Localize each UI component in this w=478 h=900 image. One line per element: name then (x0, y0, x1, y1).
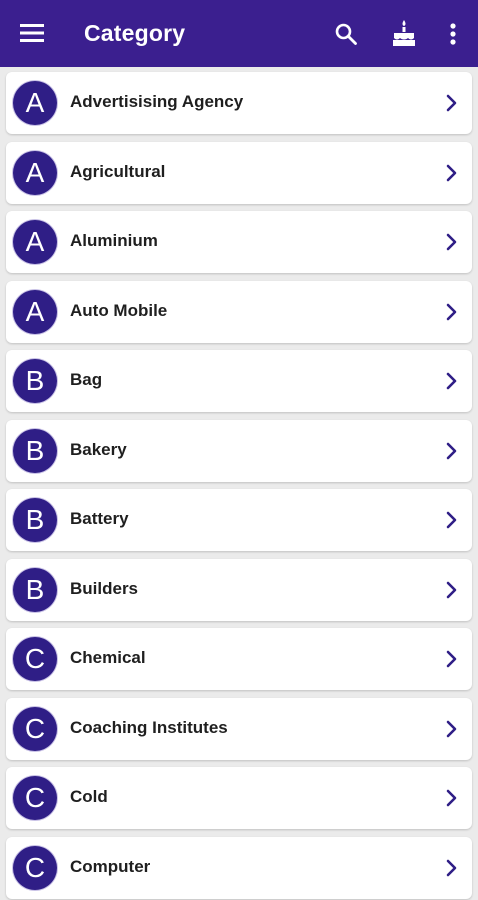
category-name: Builders (70, 579, 139, 598)
chevron-right-icon (446, 859, 457, 877)
cake-icon[interactable] (391, 19, 417, 47)
avatar: B (13, 359, 57, 403)
category-name: Coaching Institutes (70, 718, 228, 737)
category-name: Bag (70, 370, 103, 389)
list-item[interactable]: B Battery (6, 489, 472, 551)
list-item[interactable]: C Chemical (6, 628, 472, 690)
chevron-right-icon (446, 372, 457, 390)
avatar: B (13, 429, 57, 473)
avatar: C (13, 707, 57, 751)
chevron-right-icon (446, 303, 457, 321)
list-item[interactable]: C Cold (6, 767, 472, 829)
avatar: B (13, 498, 57, 542)
category-name: Cold (70, 787, 108, 806)
list-item[interactable]: B Bakery (6, 420, 472, 482)
list-item[interactable]: A Agricultural (6, 142, 472, 204)
app-bar: Category (0, 0, 478, 67)
avatar: A (13, 220, 57, 264)
list-item[interactable]: A Aluminium (6, 211, 472, 273)
avatar: A (13, 81, 57, 125)
chevron-right-icon (446, 511, 457, 529)
category-name: Aluminium (70, 231, 158, 250)
list-item[interactable]: A Auto Mobile (6, 281, 472, 343)
list-item[interactable]: C Computer (6, 837, 472, 899)
chevron-right-icon (446, 581, 457, 599)
menu-icon[interactable] (20, 22, 46, 44)
avatar: A (13, 290, 57, 334)
avatar: C (13, 776, 57, 820)
category-name: Chemical (70, 648, 146, 667)
chevron-right-icon (446, 233, 457, 251)
more-vert-icon[interactable] (444, 22, 462, 46)
category-name: Advertisising Agency (70, 92, 244, 111)
chevron-right-icon (446, 720, 457, 738)
chevron-right-icon (446, 650, 457, 668)
avatar: C (13, 846, 57, 890)
search-icon[interactable] (334, 22, 358, 46)
list-item[interactable]: B Bag (6, 350, 472, 412)
list-item[interactable]: C Coaching Institutes (6, 698, 472, 760)
avatar: C (13, 637, 57, 681)
list-item[interactable]: B Builders (6, 559, 472, 621)
avatar: A (13, 151, 57, 195)
list-item[interactable]: A Advertisising Agency (6, 72, 472, 134)
chevron-right-icon (446, 442, 457, 460)
category-name: Computer (70, 857, 151, 876)
category-name: Battery (70, 509, 129, 528)
category-name: Auto Mobile (70, 301, 168, 320)
avatar: B (13, 568, 57, 612)
chevron-right-icon (446, 94, 457, 112)
category-name: Bakery (70, 440, 127, 459)
category-name: Agricultural (70, 162, 166, 181)
chevron-right-icon (446, 789, 457, 807)
page-title: Category (84, 20, 186, 46)
chevron-right-icon (446, 164, 457, 182)
